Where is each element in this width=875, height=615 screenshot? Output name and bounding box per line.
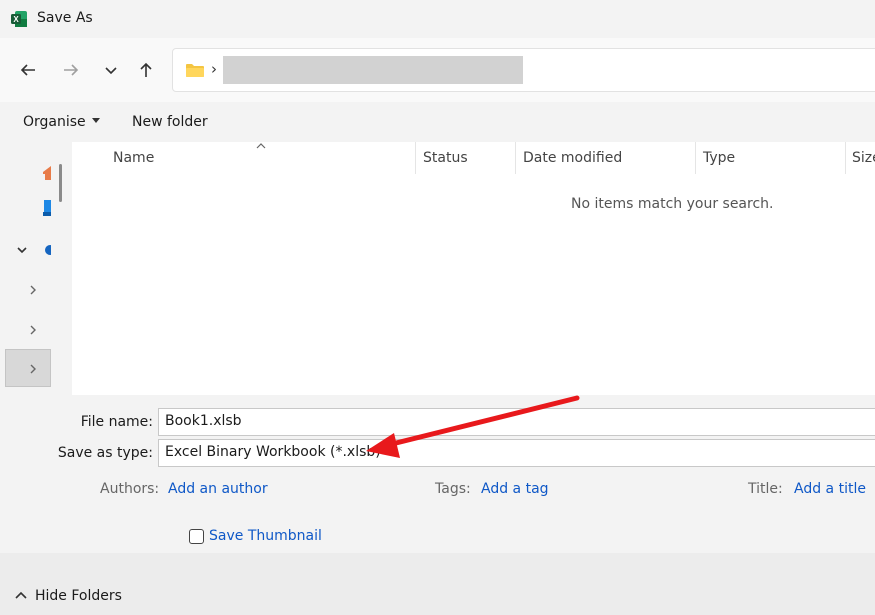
- navigation-pane: [0, 142, 72, 395]
- tags-label: Tags:: [435, 481, 471, 497]
- content-area: Name Status Date modified Type Size No i…: [0, 142, 875, 395]
- folder-icon: [186, 64, 204, 77]
- save-thumbnail-label[interactable]: Save Thumbnail: [209, 528, 322, 544]
- expand-chevron-right-icon[interactable]: [28, 284, 38, 296]
- file-name-label: File name:: [80, 414, 153, 430]
- column-header-status[interactable]: Status: [423, 150, 468, 166]
- authors-label: Authors:: [100, 481, 160, 497]
- file-name-input[interactable]: Book1.xlsb: [158, 408, 875, 436]
- breadcrumb-separator-icon: ›: [211, 60, 217, 78]
- save-form: File name: Book1.xlsb Save as type: Exce…: [0, 395, 875, 553]
- column-divider[interactable]: [695, 142, 696, 174]
- file-list: Name Status Date modified Type Size No i…: [74, 142, 875, 395]
- new-folder-label: New folder: [132, 114, 208, 130]
- window-title: Save As: [37, 10, 93, 26]
- hide-folders-label: Hide Folders: [35, 588, 122, 604]
- navigation-bar: ›: [0, 38, 875, 102]
- add-title-link[interactable]: Add a title: [794, 481, 866, 497]
- column-header-name[interactable]: Name: [113, 150, 154, 166]
- forward-arrow-icon: [64, 64, 79, 76]
- sort-up-icon: [256, 143, 266, 149]
- expand-chevron-right-icon[interactable]: [28, 324, 38, 336]
- save-thumbnail-checkbox[interactable]: [189, 528, 204, 544]
- forward-button[interactable]: [56, 55, 86, 85]
- save-type-label: Save as type:: [57, 445, 153, 461]
- expand-chevron-down-icon[interactable]: [16, 244, 28, 256]
- expand-chevron-right-icon: [30, 364, 36, 374]
- recent-locations-button[interactable]: [96, 55, 126, 85]
- column-header-type[interactable]: Type: [703, 150, 735, 166]
- column-divider[interactable]: [515, 142, 516, 174]
- dialog-footer: Hide Folders: [0, 553, 875, 615]
- column-divider[interactable]: [415, 142, 416, 174]
- svg-text:X: X: [13, 15, 19, 24]
- add-tag-link[interactable]: Add a tag: [481, 481, 549, 497]
- excel-icon: X: [11, 11, 27, 27]
- new-folder-button[interactable]: New folder: [132, 114, 208, 130]
- file-name-value: Book1.xlsb: [165, 413, 242, 429]
- column-header-size[interactable]: Size: [852, 150, 875, 166]
- organise-label: Organise: [23, 114, 86, 130]
- organise-button[interactable]: Organise: [23, 114, 100, 130]
- back-button[interactable]: [13, 55, 43, 85]
- title-bar: X Save As: [0, 0, 875, 38]
- navigation-scrollbar[interactable]: [59, 164, 62, 202]
- column-header-date-modified[interactable]: Date modified: [523, 150, 622, 166]
- cloud-icon[interactable]: [43, 244, 51, 256]
- add-author-link[interactable]: Add an author: [168, 481, 268, 497]
- gallery-icon[interactable]: [43, 200, 51, 218]
- empty-list-message: No items match your search.: [571, 196, 774, 212]
- hide-folders-button[interactable]: Hide Folders: [14, 588, 122, 604]
- home-icon[interactable]: [43, 164, 51, 180]
- address-bar[interactable]: ›: [172, 48, 875, 92]
- command-bar: Organise New folder: [0, 102, 875, 142]
- up-button[interactable]: [131, 55, 161, 85]
- back-arrow-icon: [20, 64, 35, 76]
- up-arrow-icon: [140, 62, 152, 77]
- column-divider[interactable]: [845, 142, 846, 174]
- redacted-path: [223, 56, 523, 84]
- chevron-up-icon: [15, 591, 27, 599]
- save-type-select[interactable]: Excel Binary Workbook (*.xlsb): [158, 439, 875, 467]
- save-type-value: Excel Binary Workbook (*.xlsb): [165, 444, 381, 460]
- save-thumbnail-option[interactable]: Save Thumbnail: [189, 528, 322, 544]
- chevron-down-icon: [105, 67, 117, 75]
- caret-down-icon: [91, 118, 100, 123]
- selected-tree-item[interactable]: [5, 349, 51, 387]
- title-label: Title:: [748, 481, 783, 497]
